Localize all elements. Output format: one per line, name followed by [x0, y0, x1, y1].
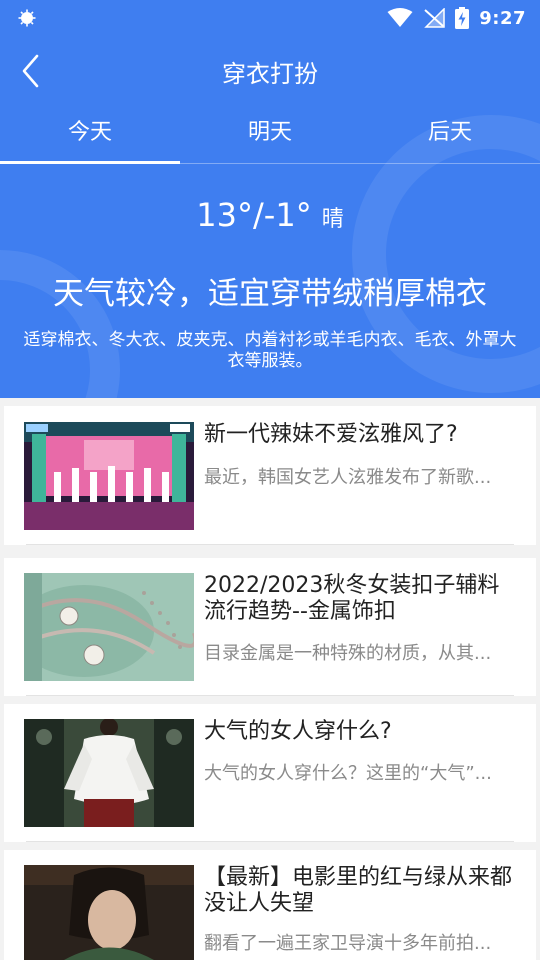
tab-divider — [0, 163, 540, 164]
article-title: 新一代辣妹不爱泫雅风了? — [204, 422, 458, 447]
article-summary: 翻看了一遍王家卫导演十多年前拍... — [204, 933, 492, 954]
wifi-icon — [387, 8, 413, 27]
page-title: 穿衣打扮 — [222, 60, 318, 88]
article-thumbnail — [24, 422, 194, 530]
dressing-headline: 天气较冷，适宜穿带绒稍厚棉衣 — [53, 276, 487, 312]
divider — [26, 695, 514, 696]
no-signal-icon — [424, 8, 445, 28]
article-title: 【最新】电影里的红与绿从来都没让人失望 — [204, 865, 513, 916]
title-bar: 穿衣打扮 — [0, 40, 540, 100]
temperature-range: 13°/-1° — [196, 196, 312, 234]
battery-charging-icon — [455, 7, 470, 29]
dressing-advice: 适穿棉衣、冬大衣、皮夹克、内着衬衫或羊毛内衣、毛衣、外罩大衣等服装。 — [23, 330, 517, 371]
tab-day-after-tomorrow[interactable]: 后天 — [360, 104, 540, 164]
weather-condition: 晴 — [321, 207, 344, 232]
tab-today[interactable]: 今天 — [0, 104, 180, 164]
article-summary: 最近，韩国女艺人泫雅发布了新歌... — [204, 467, 492, 488]
article-thumbnail — [24, 719, 194, 827]
clock-time: 9:27 — [479, 7, 526, 29]
tab-tomorrow[interactable]: 明天 — [180, 104, 360, 164]
article-title: 2022/2023秋冬女装扣子辅料流行趋势--金属饰扣 — [204, 573, 500, 624]
temperature-row: 13°/-1° 晴 — [0, 196, 540, 234]
article-summary: 目录金属是一种特殊的材质，从其... — [204, 643, 492, 664]
notification-icon — [18, 9, 36, 27]
article-card[interactable]: 大气的女人穿什么? 大气的女人穿什么？这里的“大气”... — [4, 704, 536, 842]
article-thumbnail — [24, 573, 194, 681]
article-title: 大气的女人穿什么? — [204, 719, 392, 744]
article-summary: 大气的女人穿什么？这里的“大气”... — [204, 763, 492, 784]
divider — [26, 544, 514, 545]
article-card[interactable]: 2022/2023秋冬女装扣子辅料流行趋势--金属饰扣 目录金属是一种特殊的材质… — [4, 558, 536, 696]
article-card[interactable]: 【最新】电影里的红与绿从来都没让人失望 翻看了一遍王家卫导演十多年前拍... — [4, 850, 536, 960]
day-tabs: 今天 明天 后天 — [0, 104, 540, 164]
status-bar: 9:27 — [0, 0, 540, 36]
article-card[interactable]: 新一代辣妹不爱泫雅风了? 最近，韩国女艺人泫雅发布了新歌... — [4, 406, 536, 545]
weather-header: 9:27 穿衣打扮 今天 明天 后天 13°/-1° 晴 天气较冷，适宜穿带绒稍厚… — [0, 0, 540, 398]
divider — [26, 841, 514, 842]
article-thumbnail — [24, 865, 194, 960]
